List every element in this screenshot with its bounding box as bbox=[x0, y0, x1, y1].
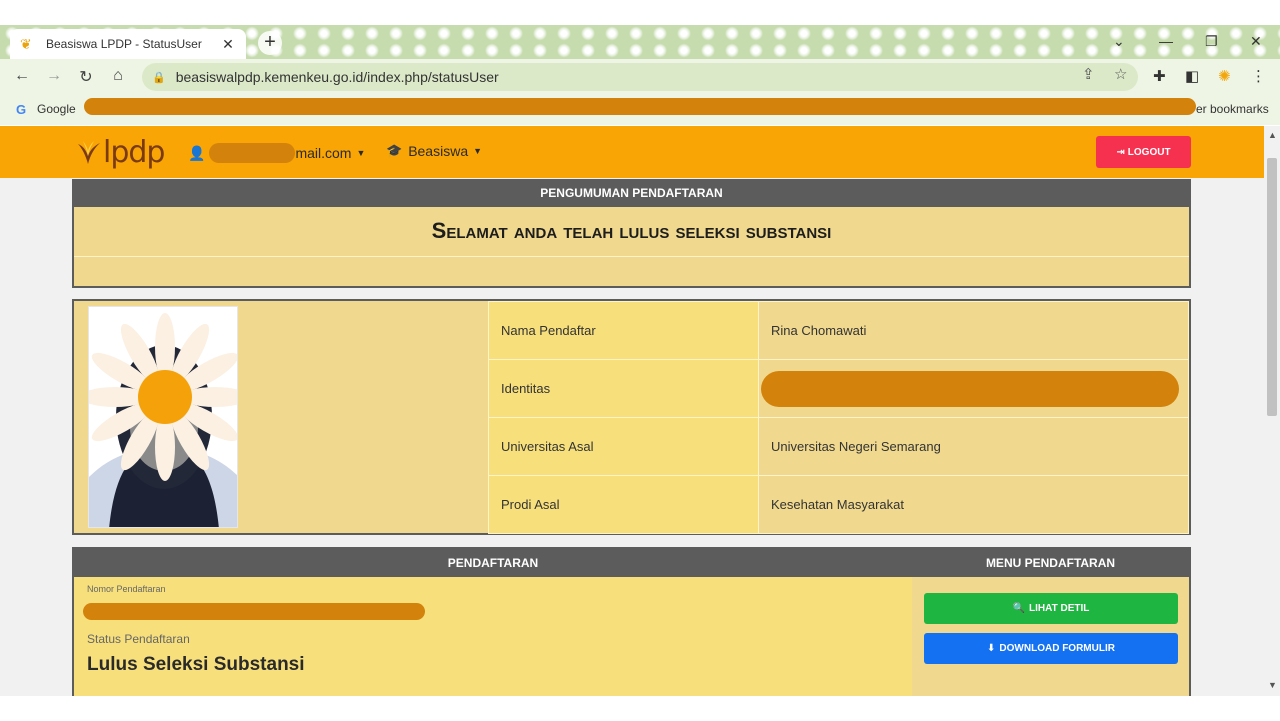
row-value: Kesehatan Masyarakat bbox=[758, 475, 1189, 534]
site-navbar: lpdp 👤 mail.com ▼ 🎓 Beasiswa ▼ ⇥ LOGOUT bbox=[0, 126, 1264, 178]
lpdp-flower-icon bbox=[78, 140, 100, 164]
menu-dots-icon[interactable]: ⋮ bbox=[1251, 67, 1266, 85]
logout-icon: ⇥ bbox=[1116, 146, 1125, 158]
scroll-down-icon[interactable]: ▼ bbox=[1268, 680, 1277, 690]
row-label: Identitas bbox=[488, 359, 759, 418]
redacted-registration-number bbox=[83, 603, 425, 620]
row-label: Nama Pendaftar bbox=[488, 301, 759, 360]
tab-strip: ❦ Beasiswa LPDP - StatusUser ✕ + ⌄ — ❐ ✕ bbox=[0, 25, 1280, 59]
home-icon[interactable]: ⌂ bbox=[108, 67, 128, 85]
announcement-title: Selamat anda telah lulus seleksi substan… bbox=[74, 207, 1189, 257]
logout-label: LOGOUT bbox=[1127, 146, 1171, 158]
close-window-icon[interactable]: ✕ bbox=[1250, 33, 1262, 50]
status-pendaftaran-label: Status Pendaftaran bbox=[87, 632, 190, 646]
registration-menu-header: MENU PENDAFTARAN bbox=[985, 556, 1116, 570]
profile-photo-image bbox=[89, 307, 237, 527]
row-value: Universitas Negeri Semarang bbox=[758, 417, 1189, 476]
reload-icon[interactable]: ↻ bbox=[76, 67, 96, 87]
row-value: Rina Chomawati bbox=[758, 301, 1189, 360]
row-value bbox=[758, 359, 1189, 418]
user-icon: 👤 bbox=[188, 144, 206, 161]
registration-menu: 🔍 LIHAT DETIL ⬇ DOWNLOAD FORMULIR bbox=[912, 577, 1189, 696]
back-icon[interactable]: ← bbox=[12, 67, 32, 85]
chevron-down-icon: ▼ bbox=[356, 148, 366, 158]
scrollbar-thumb[interactable] bbox=[1267, 158, 1277, 416]
browser-tab[interactable]: ❦ Beasiswa LPDP - StatusUser ✕ bbox=[10, 29, 246, 59]
registration-panel: PENDAFTARAN MENU PENDAFTARAN Nomor Penda… bbox=[72, 547, 1191, 696]
beasiswa-label: Beasiswa bbox=[408, 143, 469, 159]
page-scrollbar[interactable]: ▲ ▼ bbox=[1264, 126, 1280, 696]
web-page: lpdp 👤 mail.com ▼ 🎓 Beasiswa ▼ ⇥ LOGOUT … bbox=[0, 126, 1264, 696]
tab-title: Beasiswa LPDP - StatusUser bbox=[46, 37, 202, 51]
announcement-panel: PENGUMUMAN PENDAFTARAN Selamat anda tela… bbox=[72, 179, 1191, 288]
download-icon: ⬇ bbox=[987, 643, 996, 654]
lpdp-favicon-icon: ❦ bbox=[20, 36, 32, 52]
profile-sun-icon[interactable]: ✺ bbox=[1218, 67, 1231, 85]
beasiswa-dropdown[interactable]: 🎓 Beasiswa ▼ bbox=[386, 143, 482, 159]
announcement-header: PENGUMUMAN PENDAFTARAN bbox=[74, 179, 1189, 207]
applicant-info-table: Nama Pendaftar Rina Chomawati Identitas … bbox=[488, 301, 1189, 534]
lock-icon[interactable]: 🔒 bbox=[152, 71, 166, 84]
side-panel-icon[interactable]: ◧ bbox=[1185, 67, 1199, 85]
status-pendaftaran-value: Lulus Seleksi Substansi bbox=[87, 654, 305, 675]
url-text: beasiswalpdp.kemenkeu.go.id/index.php/st… bbox=[175, 69, 499, 85]
row-label: Prodi Asal bbox=[488, 475, 759, 534]
profile-panel: Nama Pendaftar Rina Chomawati Identitas … bbox=[72, 299, 1191, 535]
bookmark-star-icon[interactable]: ☆ bbox=[1114, 65, 1127, 83]
table-row: Identitas bbox=[488, 359, 1189, 418]
bookmark-google[interactable]: Google bbox=[37, 102, 76, 116]
lihat-detil-button[interactable]: 🔍 LIHAT DETIL bbox=[924, 593, 1178, 624]
chevron-down-icon: ▼ bbox=[473, 146, 483, 156]
logo-text: lpdp bbox=[103, 135, 165, 170]
lihat-detil-label: LIHAT DETIL bbox=[1029, 603, 1090, 614]
bottom-margin bbox=[0, 696, 1280, 721]
redacted-identity bbox=[761, 370, 1179, 407]
profile-photo bbox=[88, 306, 238, 528]
new-tab-button[interactable]: + bbox=[258, 31, 282, 55]
download-formulir-button[interactable]: ⬇ DOWNLOAD FORMULIR bbox=[924, 633, 1178, 664]
lpdp-logo[interactable]: lpdp bbox=[74, 135, 165, 170]
download-formulir-label: DOWNLOAD FORMULIR bbox=[999, 643, 1115, 654]
user-dropdown[interactable]: 👤 mail.com ▼ bbox=[188, 143, 365, 163]
google-icon[interactable]: G bbox=[16, 102, 26, 117]
toolbar: ← → ↻ ⌂ 🔒 beasiswalpdp.kemenkeu.go.id/in… bbox=[0, 59, 1280, 95]
other-bookmarks[interactable]: er bookmarks bbox=[1196, 102, 1269, 116]
registration-header: PENDAFTARAN bbox=[447, 556, 539, 570]
close-tab-icon[interactable]: ✕ bbox=[220, 36, 236, 53]
redacted-bookmarks bbox=[84, 98, 1196, 115]
user-email: mail.com bbox=[295, 145, 352, 161]
forward-icon[interactable]: → bbox=[44, 67, 64, 85]
table-row: Universitas Asal Universitas Negeri Sema… bbox=[488, 417, 1189, 476]
browser-window: ❦ Beasiswa LPDP - StatusUser ✕ + ⌄ — ❐ ✕… bbox=[0, 25, 1280, 696]
table-row: Prodi Asal Kesehatan Masyarakat bbox=[488, 475, 1189, 534]
search-icon: 🔍 bbox=[1012, 603, 1026, 614]
logout-button[interactable]: ⇥ LOGOUT bbox=[1096, 136, 1191, 168]
share-icon[interactable]: ⇪ bbox=[1082, 65, 1095, 83]
scroll-up-icon[interactable]: ▲ bbox=[1268, 130, 1277, 140]
table-row: Nama Pendaftar Rina Chomawati bbox=[488, 301, 1189, 360]
row-label: Universitas Asal bbox=[488, 417, 759, 476]
address-bar[interactable]: 🔒 beasiswalpdp.kemenkeu.go.id/index.php/… bbox=[142, 63, 1138, 91]
graduation-cap-icon: 🎓 bbox=[386, 143, 403, 158]
tab-search-icon[interactable]: ⌄ bbox=[1113, 33, 1125, 50]
extensions-icon[interactable]: ✚ bbox=[1153, 67, 1166, 85]
nomor-pendaftaran-label: Nomor Pendaftaran bbox=[87, 584, 166, 594]
redacted-email bbox=[209, 143, 296, 163]
minimize-icon[interactable]: — bbox=[1159, 33, 1173, 49]
bookmarks-bar: G Google er bookmarks bbox=[0, 95, 1280, 125]
restore-icon[interactable]: ❐ bbox=[1205, 33, 1218, 50]
registration-header-bar: PENDAFTARAN MENU PENDAFTARAN bbox=[74, 549, 1189, 577]
registration-details: Nomor Pendaftaran Status Pendaftaran Lul… bbox=[74, 577, 912, 696]
